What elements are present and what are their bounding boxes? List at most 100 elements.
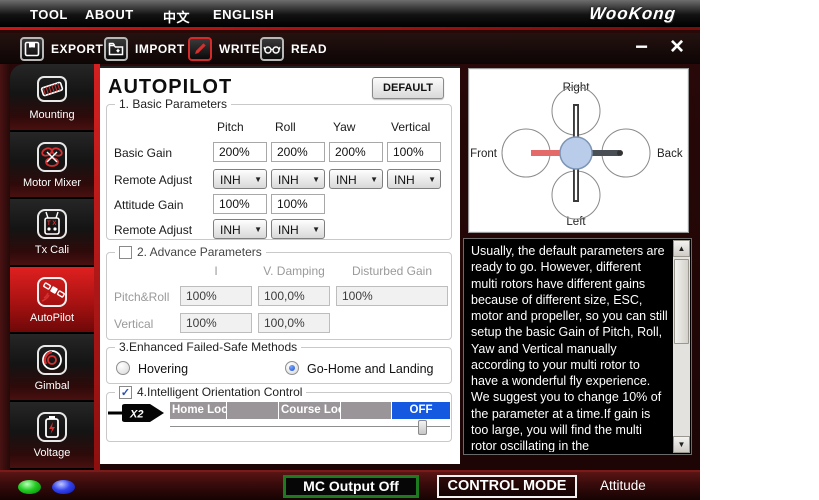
column-header-yaw: Yaw (333, 120, 355, 134)
satellite-icon (33, 275, 71, 309)
go-home-radio[interactable] (285, 361, 299, 375)
basic-gain-pitch-input[interactable] (213, 142, 267, 162)
column-header-vertical: Vertical (391, 120, 430, 134)
page-title: AUTOPILOT (108, 76, 232, 99)
export-button[interactable]: EXPORT (20, 36, 103, 62)
chevron-down-icon: ▼ (254, 225, 262, 234)
scroll-thumb[interactable] (674, 259, 689, 344)
hovering-radio[interactable] (116, 361, 130, 375)
help-text: Usually, the default parameters are read… (471, 243, 669, 452)
close-button[interactable]: × (670, 36, 684, 58)
menu-english[interactable]: ENGLISH (213, 7, 274, 22)
remote-adjust-label: Remote Adjust (114, 173, 192, 187)
failsafe-legend: 3.Enhanced Failed-Safe Methods (115, 340, 301, 354)
window-left-frame (0, 64, 10, 470)
orientation-diagram: Right Front Back Left (468, 68, 689, 233)
x2-badge: X2 (108, 404, 164, 422)
sidebar-item-tx-cali[interactable]: T X Tx Cali (10, 199, 94, 267)
remote-adjust-pitch-select[interactable]: INH ▼ (213, 169, 267, 189)
chevron-down-icon: ▼ (254, 175, 262, 184)
sidebar-item-mounting[interactable]: Mounting (10, 64, 94, 132)
menu-about[interactable]: ABOUT (85, 7, 134, 22)
attitude-gain-roll-input[interactable] (271, 194, 325, 214)
read-label: READ (291, 42, 327, 56)
column-header-v-damping: V. Damping (258, 264, 330, 278)
import-label: IMPORT (135, 42, 185, 56)
basic-parameters-legend: 1. Basic Parameters (115, 97, 231, 111)
sidebar-item-voltage[interactable]: Voltage (10, 402, 94, 470)
ioc-mode-bar[interactable]: Home Lock Course Lock OFF (170, 402, 450, 419)
sidebar-label: Gimbal (35, 380, 70, 392)
select-value: INH (220, 223, 241, 237)
attitude-remote-adjust-roll-select[interactable]: INH ▼ (271, 219, 325, 239)
control-mode-box: CONTROL MODE (437, 475, 577, 498)
write-pencil-icon (188, 37, 212, 61)
attitude-gain-label: Attitude Gain (114, 198, 183, 212)
attitude-gain-pitch-input[interactable] (213, 194, 267, 214)
pitch-roll-disturbed-input (336, 286, 448, 306)
scroll-down-icon[interactable]: ▼ (673, 436, 690, 453)
minimize-button[interactable]: − (635, 36, 648, 58)
basic-gain-roll-input[interactable] (271, 142, 325, 162)
help-paragraph: Usually, the default parameters are read… (471, 243, 669, 452)
column-header-disturbed-gain: Disturbed Gain (336, 264, 448, 278)
advance-parameters-checkbox[interactable] (119, 246, 132, 259)
remote-adjust-vertical-select[interactable]: INH ▼ (387, 169, 441, 189)
chevron-down-icon: ▼ (312, 225, 320, 234)
sidebar-label: Motor Mixer (23, 177, 81, 189)
pitch-roll-i-input (180, 286, 252, 306)
remote-adjust-roll-select[interactable]: INH▼ (271, 169, 325, 189)
menu-chinese[interactable]: 中文 (163, 7, 190, 26)
segment-spacer (341, 402, 392, 419)
basic-gain-yaw-input[interactable] (329, 142, 383, 162)
advance-parameters-legend: 2. Advance Parameters (137, 245, 262, 259)
vertical-damping-input (258, 313, 330, 333)
basic-gain-vertical-input[interactable] (387, 142, 441, 162)
select-value: INH (394, 173, 415, 187)
menu-bar: TOOL ABOUT 中文 ENGLISH WooKong (0, 0, 700, 30)
mc-output-status: MC Output Off (283, 475, 419, 498)
select-value: INH (336, 173, 357, 187)
basic-gain-label: Basic Gain (114, 146, 172, 160)
segment-spacer (227, 402, 279, 419)
vertical-label: Vertical (114, 317, 153, 331)
green-led-indicator (18, 480, 41, 494)
import-button[interactable]: IMPORT (104, 36, 185, 62)
select-value: INH (278, 223, 299, 237)
default-button[interactable]: DEFAULT (372, 77, 444, 99)
help-scrollbar[interactable]: ▲ ▼ (673, 240, 690, 453)
ioc-checkbox[interactable]: ✓ (119, 386, 132, 399)
course-lock-segment[interactable]: Course Lock (279, 402, 341, 419)
write-button[interactable]: WRITE (188, 36, 260, 62)
sidebar-item-autopilot[interactable]: AutoPilot (10, 267, 94, 335)
app-window: TOOL ABOUT 中文 ENGLISH WooKong EXPORT IMP… (0, 0, 700, 500)
svg-text:T X: T X (47, 221, 56, 227)
sidebar: Mounting Motor Mixer T X Tx Cali AutoPil… (10, 64, 94, 470)
chevron-down-icon: ▼ (312, 175, 320, 184)
help-box: Usually, the default parameters are read… (463, 238, 692, 455)
attitude-remote-adjust-pitch-select[interactable]: INH ▼ (213, 219, 267, 239)
diagram-label-front: Front (470, 148, 498, 160)
chevron-down-icon: ▼ (428, 175, 436, 184)
remote-adjust-yaw-select[interactable]: INH▼ (329, 169, 383, 189)
column-header-roll: Roll (275, 120, 296, 134)
ioc-slider-thumb[interactable] (418, 420, 427, 435)
ioc-slider-track[interactable] (170, 426, 450, 429)
sidebar-item-motor-mixer[interactable]: Motor Mixer (10, 132, 94, 200)
menu-tool[interactable]: TOOL (30, 7, 68, 22)
sidebar-item-gimbal[interactable]: Gimbal (10, 334, 94, 402)
pitch-roll-damping-input (258, 286, 330, 306)
read-button[interactable]: READ (260, 36, 327, 62)
autopilot-panel: AUTOPILOT DEFAULT 1. Basic Parameters Pi… (100, 66, 460, 464)
off-segment[interactable]: OFF (392, 402, 450, 419)
motor-mixer-icon (33, 140, 71, 174)
transmitter-icon: T X (33, 207, 71, 241)
write-label: WRITE (219, 42, 260, 56)
x2-badge-text: X2 (129, 409, 143, 421)
export-label: EXPORT (51, 42, 103, 56)
scroll-up-icon[interactable]: ▲ (673, 240, 690, 257)
home-lock-segment[interactable]: Home Lock (170, 402, 227, 419)
column-header-pitch: Pitch (217, 120, 244, 134)
mounting-icon (33, 72, 71, 106)
select-value: INH (220, 173, 241, 187)
